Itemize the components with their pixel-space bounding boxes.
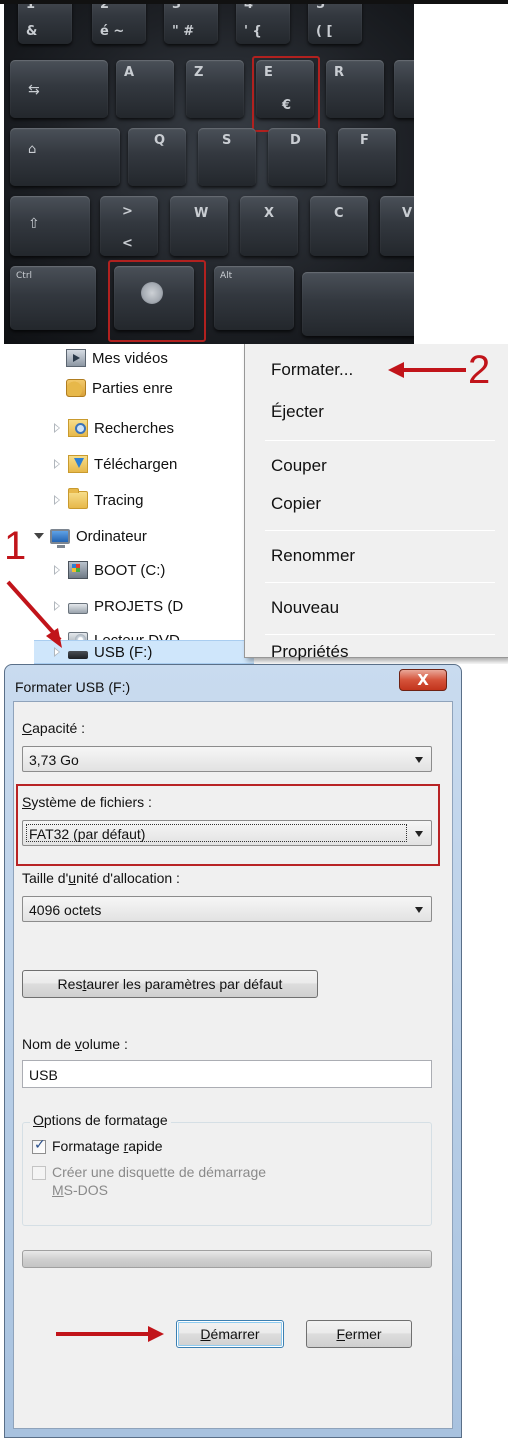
key-sublabel: " # — [172, 24, 195, 39]
key-x: X — [240, 196, 298, 256]
arrow-2-head — [388, 362, 404, 378]
dialog-title: Formater USB (F:) — [15, 679, 131, 695]
key-label: Alt — [220, 271, 233, 281]
key-2: 2 é ~ — [92, 4, 146, 44]
close-icon: X — [417, 671, 429, 689]
key-shift: ⇧ — [10, 196, 90, 256]
key-alt: Alt — [214, 266, 294, 330]
explorer-panel: Mes vidéos Parties enre Recherches Téléc… — [0, 344, 508, 664]
quick-format-label[interactable]: Formatage rapide — [52, 1138, 163, 1154]
step-number-1: 1 — [4, 524, 27, 568]
start-button[interactable]: Démarrer — [176, 1320, 284, 1348]
format-dialog: Formater USB (F:) X Capacité : 3,73 Go S… — [4, 664, 462, 1438]
key-label: Ctrl — [16, 271, 33, 281]
chevron-down-icon — [415, 831, 423, 837]
key-1: 1 & — [18, 4, 72, 44]
key-r: R — [326, 60, 384, 118]
key-3: 3 " # — [164, 4, 218, 44]
format-options-title: Options de formatage — [30, 1112, 171, 1128]
annotation-arrows — [6, 362, 466, 648]
key-sublabel: < — [122, 236, 133, 251]
capacity-value: 3,73 Go — [29, 752, 79, 768]
key-label: V — [402, 206, 413, 221]
key-w: W — [170, 196, 228, 256]
key-ctrl: Ctrl — [10, 266, 96, 330]
key-label: A — [124, 65, 135, 80]
volume-name-input[interactable]: USB — [22, 1060, 432, 1088]
msdos-startup-checkbox[interactable] — [32, 1166, 46, 1180]
keyboard-photo: 1 & 2 é ~ 3 " # 4 ' { 5 ( [ ⇆ A Z E € R … — [4, 4, 414, 344]
key-sublabel: & — [26, 24, 38, 39]
tab-icon: ⇆ — [28, 82, 40, 98]
volume-label: Nom de volume : — [22, 1036, 128, 1052]
filesystem-select[interactable]: FAT32 (par défaut) — [22, 820, 432, 846]
key-label: 4 — [244, 4, 254, 12]
dialog-client-area: Capacité : 3,73 Go Système de fichiers :… — [13, 701, 453, 1429]
key-label: 1 — [26, 4, 36, 12]
key-label: > — [122, 204, 133, 219]
lock-icon: ⌂ — [28, 142, 37, 157]
arrow-3-head — [148, 1326, 164, 1342]
capacity-label: Capacité : — [22, 720, 86, 736]
key-d: D — [268, 128, 326, 186]
key-5: 5 ( [ — [308, 4, 362, 44]
shift-icon: ⇧ — [28, 216, 40, 232]
key-label: Z — [194, 65, 204, 80]
key-capslock: ⌂ — [10, 128, 120, 186]
filesystem-label: Système de fichiers : — [22, 794, 152, 810]
key-label: C — [334, 206, 344, 221]
highlight-e-key — [252, 56, 320, 132]
key-label: S — [222, 133, 232, 148]
key-sublabel: ' { — [244, 24, 262, 39]
filesystem-value: FAT32 (par défaut) — [29, 826, 146, 842]
key-angle-brackets: > < — [100, 196, 158, 256]
allocation-label: Taille d'unité d'allocation : — [22, 870, 180, 886]
format-progress-bar — [22, 1250, 432, 1268]
screenshot-root: 1 & 2 é ~ 3 " # 4 ' { 5 ( [ ⇆ A Z E € R … — [0, 0, 508, 1441]
restore-defaults-button[interactable]: Restaurer les paramètres par défaut — [22, 970, 318, 998]
key-label: 5 — [316, 4, 326, 12]
key-v: V — [380, 196, 414, 256]
step-number-2: 2 — [468, 348, 491, 392]
key-sublabel: é ~ — [100, 24, 125, 39]
key-f: F — [338, 128, 396, 186]
chevron-down-icon — [415, 907, 423, 913]
close-button[interactable]: X — [399, 669, 447, 691]
key-t — [394, 60, 414, 118]
key-4: 4 ' { — [236, 4, 290, 44]
quick-format-checkbox[interactable] — [32, 1137, 46, 1154]
msdos-startup-label: Créer une disquette de démarrage — [52, 1164, 267, 1180]
key-q: Q — [128, 128, 186, 186]
key-label: R — [334, 65, 345, 80]
highlight-windows-key — [108, 260, 206, 342]
allocation-select[interactable]: 4096 octets — [22, 896, 432, 922]
dialog-titlebar[interactable]: Formater USB (F:) X — [5, 665, 461, 705]
key-label: Q — [154, 133, 166, 148]
key-sublabel: ( [ — [316, 24, 333, 39]
allocation-value: 4096 octets — [29, 902, 102, 918]
key-label: D — [290, 133, 301, 148]
key-label: W — [194, 206, 209, 221]
key-c: C — [310, 196, 368, 256]
arrow-1-line — [6, 580, 62, 642]
key-label: 2 — [100, 4, 110, 12]
key-label: X — [264, 206, 275, 221]
key-s: S — [198, 128, 256, 186]
chevron-down-icon — [415, 757, 423, 763]
key-space — [302, 272, 414, 336]
msdos-startup-label-line2: MS-DOS — [52, 1182, 109, 1198]
key-z: Z — [186, 60, 244, 118]
capacity-select[interactable]: 3,73 Go — [22, 746, 432, 772]
key-tab: ⇆ — [10, 60, 108, 118]
key-a: A — [116, 60, 174, 118]
key-label: F — [360, 133, 369, 148]
arrow-1-head — [46, 628, 62, 648]
key-label: 3 — [172, 4, 182, 12]
close-dialog-button[interactable]: Fermer — [306, 1320, 412, 1348]
volume-name-value: USB — [29, 1067, 58, 1083]
